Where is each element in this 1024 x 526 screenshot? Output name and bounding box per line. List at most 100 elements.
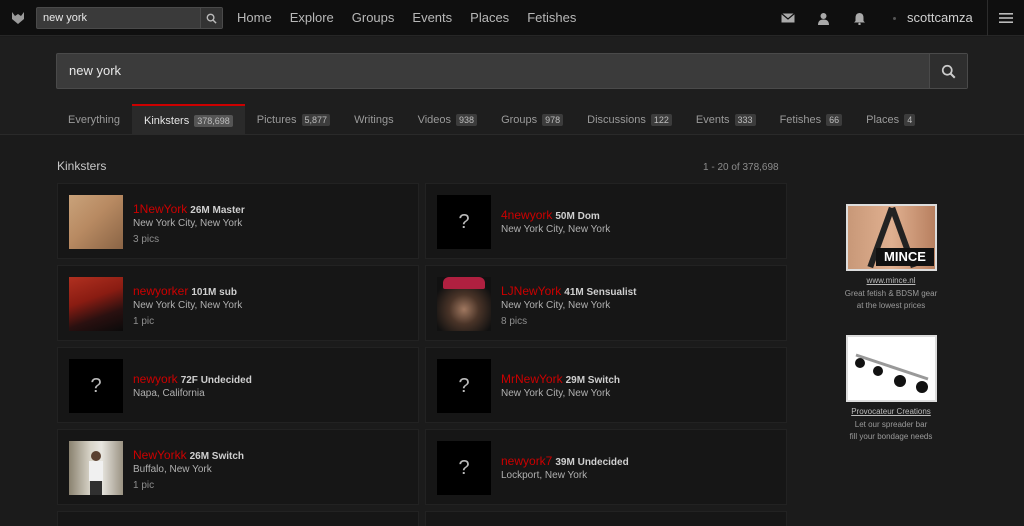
- username-link[interactable]: LJNewYork: [501, 284, 561, 298]
- user-location[interactable]: New York City, New York: [133, 300, 242, 311]
- avatar-placeholder[interactable]: ?: [437, 359, 491, 413]
- nav-explore[interactable]: Explore: [290, 0, 334, 36]
- ad-text-line: at the lowest prices: [856, 301, 926, 310]
- kinkster-card[interactable]: [425, 511, 787, 526]
- nav-groups[interactable]: Groups: [352, 0, 395, 36]
- tab-writings[interactable]: Writings: [342, 104, 406, 135]
- ad-logo-text: MINCE: [876, 248, 934, 266]
- ad-text-line: Let our spreader bar: [854, 420, 928, 429]
- tab-fetishes[interactable]: Fetishes 66: [768, 104, 855, 135]
- username-link[interactable]: newyork: [133, 372, 178, 386]
- user-meta: 41M Sensualist: [564, 287, 637, 298]
- tab-kinksters[interactable]: Kinksters 378,698: [131, 104, 245, 135]
- tab-events[interactable]: Events 333: [684, 104, 768, 135]
- ad-text-line: fill your bondage needs: [849, 432, 933, 441]
- kinkster-card[interactable]: newyorker 101M sub New York City, New Yor…: [57, 265, 419, 341]
- tab-everything[interactable]: Everything: [56, 104, 132, 135]
- hamburger-menu-icon[interactable]: [998, 10, 1014, 26]
- pic-count[interactable]: 1 pic: [133, 316, 154, 327]
- user-meta: 26M Switch: [189, 451, 245, 462]
- kinkster-card[interactable]: LJNewYork 41M Sensualist New York City, N…: [425, 265, 787, 341]
- section-title: Kinksters: [57, 159, 107, 173]
- search-icon: [206, 13, 217, 24]
- pic-count[interactable]: 8 pics: [501, 316, 527, 327]
- main-search-button[interactable]: [929, 54, 967, 88]
- user-meta: 39M Undecided: [555, 457, 629, 468]
- tab-count: 333: [734, 113, 756, 126]
- main-search-input[interactable]: new york: [69, 54, 121, 88]
- pic-count[interactable]: 1 pic: [133, 480, 154, 491]
- username-link[interactable]: newyork7: [501, 454, 552, 468]
- kinkster-card[interactable]: ? 4newyork 50M Dom New York City, New Yor…: [425, 183, 787, 259]
- avatar[interactable]: [69, 277, 123, 331]
- kinkster-card[interactable]: ? newyork7 39M Undecided Lockport, New Yo…: [425, 429, 787, 505]
- tabs-divider: [0, 134, 1024, 135]
- user-location[interactable]: New York City, New York: [501, 300, 610, 311]
- avatar[interactable]: [437, 277, 491, 331]
- username-link[interactable]: scottcamza: [907, 0, 973, 36]
- kinkster-card[interactable]: ? newyork 72F Undecided Napa, California: [57, 347, 419, 423]
- ad-link[interactable]: www.mince.nl: [800, 276, 982, 285]
- nav-events[interactable]: Events: [412, 0, 452, 36]
- avatar[interactable]: [69, 441, 123, 495]
- user-meta: 101M sub: [191, 287, 237, 298]
- ad-link[interactable]: Provocateur Creations: [800, 407, 982, 416]
- avatar-placeholder[interactable]: ?: [69, 359, 123, 413]
- tab-count: 938: [456, 113, 478, 126]
- user-location[interactable]: New York City, New York: [133, 218, 242, 229]
- user-meta: 72F Undecided: [180, 375, 252, 386]
- tab-count: 378,698: [194, 114, 233, 127]
- kinkster-card[interactable]: [57, 511, 419, 526]
- tab-count: 978: [542, 113, 564, 126]
- bell-icon[interactable]: [851, 10, 867, 26]
- nav-fetishes[interactable]: Fetishes: [527, 0, 576, 36]
- divider: [987, 0, 988, 36]
- nav-home[interactable]: Home: [237, 0, 272, 36]
- tab-videos[interactable]: Videos 938: [406, 104, 489, 135]
- user-location[interactable]: Napa, California: [133, 388, 205, 399]
- tab-discussions[interactable]: Discussions 122: [575, 104, 684, 135]
- search-icon: [941, 64, 956, 78]
- user-meta: 29M Switch: [565, 375, 621, 386]
- kinkster-card[interactable]: ? MrNewYork 29M Switch New York City, New…: [425, 347, 787, 423]
- top-search-button[interactable]: [200, 8, 222, 28]
- user-location[interactable]: Buffalo, New York: [133, 464, 212, 475]
- tab-groups[interactable]: Groups 978: [489, 104, 575, 135]
- main-nav: Home Explore Groups Events Places Fetish…: [237, 0, 594, 36]
- kinkster-card[interactable]: 1NewYork 26M Master New York City, New Yo…: [57, 183, 419, 259]
- user-location[interactable]: Lockport, New York: [501, 470, 587, 481]
- kinkster-card[interactable]: NewYorkk 26M Switch Buffalo, New York 1 p…: [57, 429, 419, 505]
- username-link[interactable]: MrNewYork: [501, 372, 563, 386]
- avatar[interactable]: [69, 195, 123, 249]
- tab-count: 5,877: [301, 113, 331, 126]
- ad-image-mince[interactable]: MINCE: [846, 204, 937, 271]
- tab-count: 122: [650, 113, 672, 126]
- user-icon[interactable]: [815, 10, 831, 26]
- user-meta: 50M Dom: [555, 211, 600, 222]
- tab-pictures[interactable]: Pictures 5,877: [245, 104, 342, 135]
- pic-count[interactable]: 3 pics: [133, 234, 159, 245]
- top-navbar: new york Home Explore Groups Events Plac…: [0, 0, 1024, 36]
- main-search-box: new york: [56, 53, 968, 89]
- result-type-tabs: Everything Kinksters 378,698 Pictures 5,87…: [56, 104, 927, 135]
- status-dot: [893, 17, 896, 20]
- ad-text: Great fetish & BDSM gear at the lowest p…: [800, 288, 982, 312]
- ad-text-line: Great fetish & BDSM gear: [844, 289, 938, 298]
- top-search-input[interactable]: new york: [37, 8, 200, 28]
- ad-text: Let our spreader bar fill your bondage n…: [800, 419, 982, 443]
- username-link[interactable]: 4newyork: [501, 208, 552, 222]
- user-location[interactable]: New York City, New York: [501, 224, 610, 235]
- username-link[interactable]: NewYorkk: [133, 448, 187, 462]
- fetlife-logo-icon[interactable]: [10, 10, 26, 26]
- username-link[interactable]: 1NewYork: [133, 202, 187, 216]
- nav-places[interactable]: Places: [470, 0, 509, 36]
- username-link[interactable]: newyorker: [133, 284, 188, 298]
- tab-count: 66: [826, 113, 843, 126]
- ad-image-spreader-bar[interactable]: [846, 335, 937, 402]
- user-location[interactable]: New York City, New York: [501, 388, 610, 399]
- tab-places[interactable]: Places 4: [854, 104, 927, 135]
- mail-icon[interactable]: [780, 10, 796, 26]
- user-meta: 26M Master: [190, 205, 245, 216]
- avatar-placeholder[interactable]: ?: [437, 441, 491, 495]
- avatar-placeholder[interactable]: ?: [437, 195, 491, 249]
